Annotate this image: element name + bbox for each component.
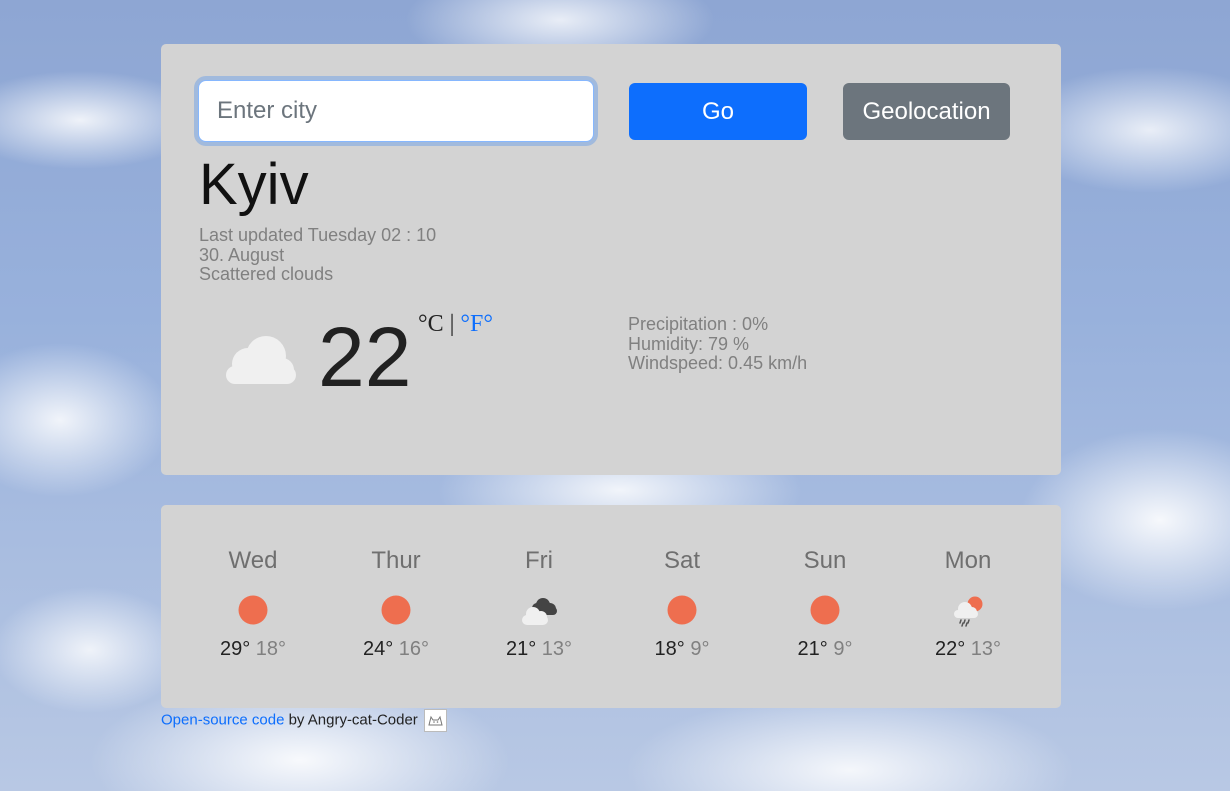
forecast-temps: 29° 18°	[193, 637, 313, 661]
precipitation: Precipitation : 0%	[628, 314, 769, 334]
forecast-temps: 22° 13°	[908, 637, 1028, 661]
forecast-high: 21°	[505, 638, 537, 660]
forecast-low: 9°	[833, 638, 853, 660]
forecast-high: 29°	[219, 638, 251, 660]
sun-icon	[810, 595, 840, 625]
forecast-high: 18°	[654, 638, 685, 660]
forecast-day: Sun 21° 9°	[765, 546, 885, 661]
weather-details: Precipitation : 0% Humidity: 79 % Windsp…	[628, 314, 808, 374]
current-date: 30. August	[199, 244, 285, 265]
humidity: Humidity: 79 %	[628, 333, 750, 354]
source-code-link[interactable]: Open-source code	[161, 711, 284, 728]
sun-icon	[238, 595, 268, 625]
current-temperature: 22	[318, 310, 412, 404]
last-updated: Last updated Tuesday 02 : 10	[199, 225, 437, 245]
weather-description: Scattered clouds	[199, 264, 334, 284]
go-button[interactable]: Go	[629, 83, 807, 140]
forecast-day-name: Sun	[803, 547, 847, 574]
forecast-temps: 18° 9°	[622, 637, 742, 661]
forecast-day: Fri 21° 13°	[479, 546, 599, 661]
forecast-low: 13°	[970, 638, 1002, 660]
forecast-high: 21°	[797, 638, 828, 660]
forecast-day-name: Thur	[371, 547, 421, 574]
forecast-temps: 24° 16°	[336, 637, 456, 661]
unit-separator: |	[443, 311, 461, 337]
celsius-unit[interactable]: °C	[418, 311, 444, 337]
fahrenheit-link[interactable]: °F°	[460, 311, 493, 337]
forecast-low: 9°	[690, 638, 710, 660]
forecast-high: 22°	[934, 638, 966, 660]
forecast-temps: 21° 9°	[765, 637, 885, 661]
windspeed: Windspeed: 0.45 km/h	[628, 353, 808, 373]
sun-icon	[667, 595, 697, 625]
forecast-low: 13°	[541, 638, 573, 660]
forecast-day-name: Mon	[944, 547, 992, 574]
geolocation-button[interactable]: Geolocation	[843, 83, 1010, 140]
forecast-low: 16°	[398, 638, 430, 660]
forecast-day-name: Wed	[228, 547, 278, 574]
city-name: Kyiv	[199, 152, 309, 217]
forecast-high: 24°	[362, 638, 394, 660]
city-search-input[interactable]	[198, 80, 594, 142]
forecast-day: Mon 22° 13°	[908, 546, 1028, 661]
forecast-low: 18°	[255, 638, 287, 660]
sun-rain-cloud-icon	[954, 596, 983, 627]
sun-icon	[381, 595, 411, 625]
forecast-day-name: Sat	[663, 547, 701, 574]
forecast-day: Wed 29° 18°	[193, 546, 313, 661]
dark-clouds-icon	[522, 598, 557, 625]
forecast-day-name: Fri	[525, 547, 553, 574]
footer: Open-source code by Angry-cat-Coder	[161, 709, 447, 732]
weather-meta: Last updated Tuesday 02 : 10 30. August …	[199, 225, 437, 285]
forecast-day: Sat 18° 9°	[622, 546, 742, 661]
unit-switch: °C | °F°	[418, 311, 493, 338]
forecast-day: Thur 24° 16°	[336, 546, 456, 661]
cloud-icon	[226, 336, 296, 384]
cat-avatar-icon	[423, 709, 447, 732]
footer-author: by Angry-cat-Coder	[284, 711, 422, 729]
forecast-temps: 21° 13°	[479, 637, 599, 661]
